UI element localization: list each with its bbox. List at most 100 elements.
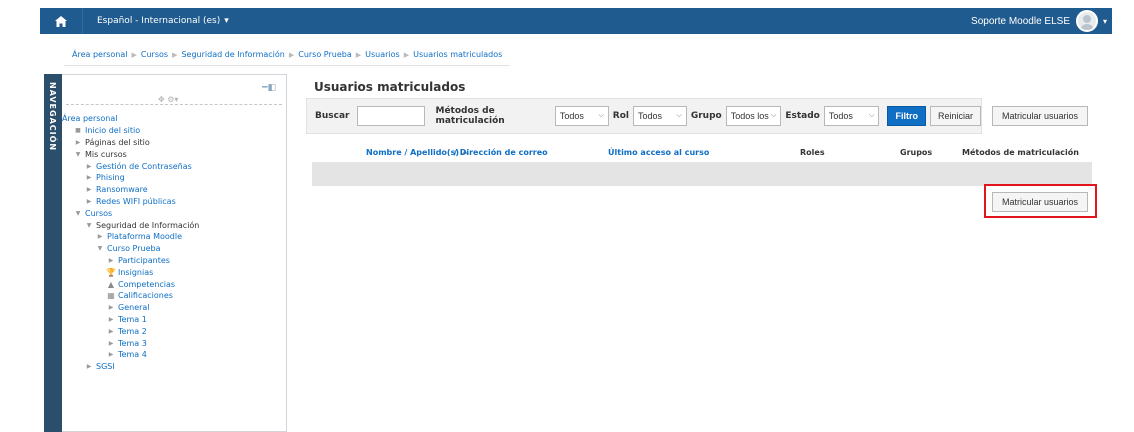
search-input[interactable]	[357, 106, 426, 126]
group-select-value: Todos los	[730, 111, 769, 121]
filter-button[interactable]: Filtro	[887, 106, 926, 126]
nav-item[interactable]: ▶ Participantes	[62, 255, 286, 267]
nav-item-label: Páginas del sitio	[85, 137, 150, 147]
chevron-down-icon: ⌵	[598, 112, 604, 119]
main-region: Usuarios matriculados Buscar Métodos de …	[306, 74, 1097, 218]
breadcrumb-seguridad[interactable]: Seguridad de Información	[181, 50, 284, 59]
nav-item[interactable]: ▶ Phising	[62, 172, 286, 184]
nav-item-label: SGSI	[96, 362, 115, 372]
nav-item-label: Ransomware	[96, 185, 148, 195]
nav-item[interactable]: ▶ Tema 3	[62, 337, 286, 349]
user-menu[interactable]: Soporte Moodle ELSE ▾	[971, 8, 1112, 34]
top-navbar: Español - Internacional (es) ▾ Soporte M…	[40, 8, 1112, 34]
breadcrumb-area-personal[interactable]: Área personal	[72, 50, 128, 59]
nav-item-label: Seguridad de Información	[96, 220, 200, 230]
expand-arrow-icon: ▶	[108, 315, 114, 323]
nav-item[interactable]: ■ Inicio del sitio	[62, 125, 286, 137]
breadcrumb-separator-icon: ▶	[131, 50, 137, 59]
nav-item-label: Insignias	[118, 267, 154, 277]
col-name-label: Nombre / Apellido(s)	[366, 148, 459, 157]
col-roles-header: Roles	[800, 148, 825, 157]
user-menu-caret-icon[interactable]: ▾	[1098, 17, 1112, 26]
nav-item[interactable]: ▶ Redes WIFI públicas	[62, 196, 286, 208]
collapse-arrow-icon: ▼	[75, 209, 81, 217]
avatar[interactable]	[1076, 10, 1098, 32]
caret-down-icon: ▾	[224, 16, 229, 26]
chevron-down-icon: ⌵	[869, 112, 875, 119]
nav-item[interactable]: ▶ Páginas del sitio	[62, 137, 286, 149]
reset-button[interactable]: Reiniciar	[929, 106, 981, 126]
nav-item[interactable]: 🏆 Insignias	[62, 266, 286, 278]
nav-item-label: Phising	[96, 173, 125, 183]
expand-arrow-icon: ▶	[97, 233, 103, 241]
enrol-users-button-top[interactable]: Matricular usuarios	[992, 106, 1088, 126]
methods-label: Métodos de matriculación	[435, 106, 505, 126]
expand-arrow-icon: ▶	[86, 197, 92, 205]
competency-icon: ▲	[107, 279, 115, 289]
expand-arrow-icon: ▶	[86, 174, 92, 182]
expand-arrow-icon: ▶	[108, 351, 114, 359]
highlight-box	[984, 184, 1097, 218]
nav-item[interactable]: Área personal	[62, 113, 286, 125]
breadcrumb-separator-icon: ▶	[288, 50, 295, 59]
col-last-access-header[interactable]: Último acceso al curso	[608, 148, 709, 157]
role-select[interactable]: Todos ⌵	[632, 106, 687, 126]
status-select[interactable]: Todos ⌵	[823, 106, 880, 126]
nav-item-label: Participantes	[118, 255, 170, 265]
language-menu[interactable]: Español - Internacional (es) ▾	[82, 8, 229, 34]
nav-item[interactable]: ▶ General	[62, 302, 286, 314]
nav-item[interactable]: ▼ Mis cursos	[62, 148, 286, 160]
methods-select-value: Todos	[559, 111, 584, 121]
group-select[interactable]: Todos los ⌵	[725, 106, 782, 126]
expand-arrow-icon: ▶	[108, 339, 114, 347]
nav-item-label: Redes WIFI públicas	[96, 196, 176, 206]
collapse-arrow-icon: ▼	[97, 245, 103, 253]
expand-arrow-icon: ▶	[108, 327, 114, 335]
breadcrumb-curso-prueba[interactable]: Curso Prueba	[298, 50, 352, 59]
nav-item[interactable]: ▶ Tema 4	[62, 349, 286, 361]
nav-item[interactable]: ▶ Ransomware	[62, 184, 286, 196]
nav-item-label: Tema 2	[118, 326, 147, 336]
nav-item[interactable]: ▶ SGSI	[62, 361, 286, 373]
nav-item[interactable]: ▼ Curso Prueba	[62, 243, 286, 255]
nav-item-label: Mis cursos	[85, 149, 127, 159]
nav-item[interactable]: ▦ Calificaciones	[62, 290, 286, 302]
methods-select[interactable]: Todos ⌵	[554, 106, 609, 126]
trophy-icon: 🏆	[106, 267, 116, 277]
nav-item-label: Calificaciones	[118, 291, 173, 301]
nav-item-label: Cursos	[85, 208, 113, 218]
collapse-arrow-icon: ▼	[86, 221, 92, 229]
breadcrumb-cursos[interactable]: Cursos	[141, 50, 168, 59]
navigation-tab[interactable]: NAVEGACIÓN	[44, 74, 62, 432]
nav-item-label: General	[118, 303, 150, 313]
breadcrumb: Área personal ▶ Cursos ▶ Seguridad de In…	[64, 48, 511, 66]
home-button[interactable]	[40, 8, 82, 34]
nav-item[interactable]: ▶ Tema 2	[62, 325, 286, 337]
breadcrumb-usuarios-matriculados[interactable]: Usuarios matriculados	[413, 50, 502, 59]
nav-item[interactable]: ▶ Gestión de Contraseñas	[62, 160, 286, 172]
nav-item[interactable]: ▲ Competencias	[62, 278, 286, 290]
nav-item[interactable]: ▼ Seguridad de Información	[62, 219, 286, 231]
move-icon[interactable]: ✥ ⚙▾	[158, 95, 178, 104]
nav-item-label: Gestión de Contraseñas	[96, 161, 192, 171]
expand-arrow-icon: ▶	[86, 186, 92, 194]
col-name-header[interactable]: Nombre / Apellido(s) ⏶	[366, 148, 468, 158]
chevron-down-icon: ⌵	[771, 112, 777, 119]
nav-item[interactable]: ▼ Cursos	[62, 207, 286, 219]
col-methods-header: Métodos de matriculación	[962, 148, 1079, 157]
nav-item-label: Inicio del sitio	[85, 126, 141, 136]
nav-item[interactable]: ▶ Plataforma Moodle	[62, 231, 286, 243]
group-label: Grupo	[690, 111, 722, 121]
status-label: Estado	[785, 111, 820, 121]
nav-item-label: Plataforma Moodle	[107, 232, 182, 242]
expand-arrow-icon: ▶	[86, 162, 92, 170]
dock-icon[interactable]: ━◧	[262, 83, 276, 93]
nav-item[interactable]: ▶ Tema 1	[62, 314, 286, 326]
grades-icon: ▦	[107, 291, 115, 301]
col-email-header[interactable]: / Dirección de correo	[454, 148, 548, 157]
nav-item-label: Competencias	[118, 279, 176, 289]
expand-arrow-icon: ▶	[75, 138, 81, 146]
block-controls: ━◧ ✥ ⚙▾	[66, 75, 282, 105]
breadcrumb-usuarios[interactable]: Usuarios	[365, 50, 400, 59]
filter-bar: Buscar Métodos de matriculación Todos ⌵ …	[306, 98, 982, 134]
